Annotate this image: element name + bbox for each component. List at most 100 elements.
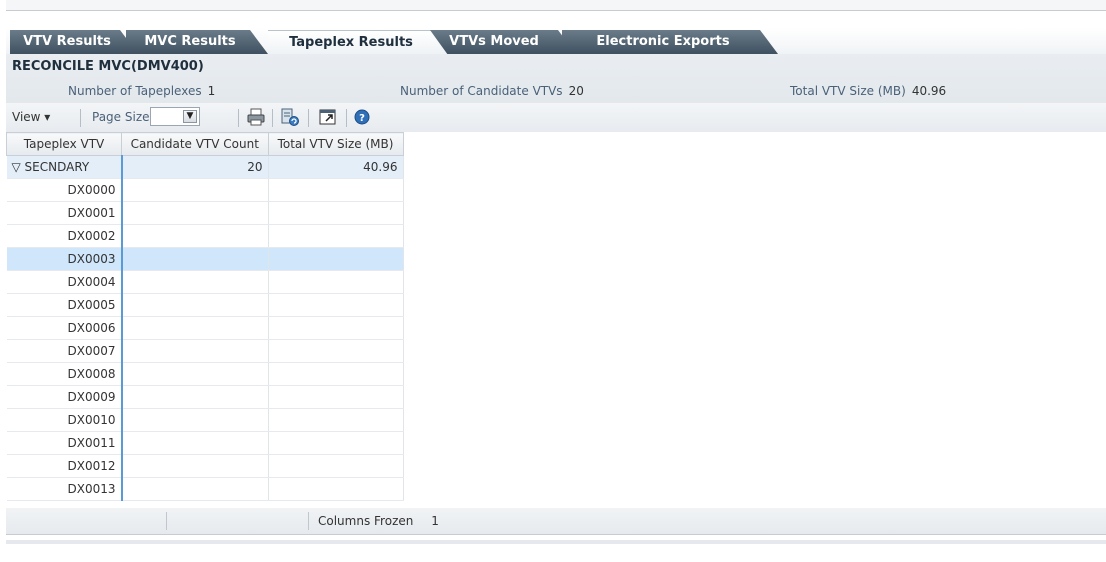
tapeplex-vtv-cell[interactable]: DX0008 bbox=[6, 362, 123, 386]
total-size-cell bbox=[268, 339, 404, 363]
results-table: Tapeplex VTV Candidate VTV Count Total V… bbox=[6, 132, 404, 501]
tapeplex-vtv-cell[interactable]: DX0001 bbox=[6, 201, 123, 225]
total-size-cell bbox=[268, 293, 404, 317]
group-label[interactable]: ▽ SECNDARY bbox=[6, 155, 123, 179]
group-count: 20 bbox=[121, 155, 269, 179]
table-row[interactable]: DX0011 bbox=[6, 431, 404, 455]
candidate-count-cell bbox=[121, 270, 269, 294]
tapeplex-results-table: Tapeplex VTV Candidate VTV Count Total V… bbox=[6, 132, 1106, 509]
refresh-icon[interactable] bbox=[280, 107, 300, 127]
tapeplex-vtv-cell[interactable]: DX0004 bbox=[6, 270, 123, 294]
column-header-candidate-vtv-count[interactable]: Candidate VTV Count bbox=[121, 132, 269, 156]
tab-bar: VTV Results MVC Results VTVs Moved Elect… bbox=[6, 28, 1106, 55]
columns-frozen-label: Columns Frozen bbox=[318, 514, 414, 528]
column-header-total-vtv-size[interactable]: Total VTV Size (MB) bbox=[267, 132, 404, 156]
candidate-count-cell bbox=[121, 247, 269, 271]
print-icon[interactable] bbox=[246, 107, 266, 127]
chevron-down-icon[interactable]: ▼ bbox=[183, 110, 197, 123]
candidate-count-cell bbox=[121, 339, 269, 363]
tapeplex-vtv-cell[interactable]: DX0012 bbox=[6, 454, 123, 478]
bottom-strip bbox=[6, 540, 1106, 544]
candidate-count-cell bbox=[121, 362, 269, 386]
tapeplex-vtv-cell[interactable]: DX0010 bbox=[6, 408, 123, 432]
column-header-tapeplex-vtv[interactable]: Tapeplex VTV bbox=[6, 132, 122, 156]
tab-vtv-results[interactable]: VTV Results bbox=[10, 30, 138, 54]
total-size-cell bbox=[268, 477, 404, 501]
total-size-cell bbox=[268, 316, 404, 340]
candidate-count-cell bbox=[121, 385, 269, 409]
top-strip bbox=[6, 0, 1106, 11]
candidate-count-cell bbox=[121, 224, 269, 248]
group-size: 40.96 bbox=[268, 155, 404, 179]
tapeplex-vtv-cell[interactable]: DX0013 bbox=[6, 477, 123, 501]
table-row[interactable]: DX0005 bbox=[6, 293, 404, 317]
table-row[interactable]: DX0003 bbox=[6, 247, 404, 271]
total-size-cell bbox=[268, 385, 404, 409]
group-row-secndary[interactable]: ▽ SECNDARY 20 40.96 bbox=[6, 155, 404, 179]
table-row[interactable]: DX0001 bbox=[6, 201, 404, 225]
table-row[interactable]: DX0000 bbox=[6, 178, 404, 202]
num-candidate-vtvs: Number of Candidate VTVs 20 bbox=[400, 84, 584, 98]
table-row[interactable]: DX0013 bbox=[6, 477, 404, 501]
tab-electronic-exports[interactable]: Electronic Exports bbox=[562, 30, 778, 54]
status-bar: Columns Frozen 1 bbox=[6, 508, 1106, 535]
table-row[interactable]: DX0008 bbox=[6, 362, 404, 386]
tapeplex-vtv-cell[interactable]: DX0007 bbox=[6, 339, 123, 363]
candidate-count-cell bbox=[121, 431, 269, 455]
total-size-cell bbox=[268, 201, 404, 225]
table-row[interactable]: DX0009 bbox=[6, 385, 404, 409]
total-size-value: 40.96 bbox=[911, 84, 947, 98]
view-menu-button[interactable]: View ▾ bbox=[12, 110, 50, 124]
candidate-count-cell bbox=[121, 293, 269, 317]
tab-tapeplex-results[interactable]: Tapeplex Results bbox=[268, 30, 448, 55]
table-row[interactable]: DX0012 bbox=[6, 454, 404, 478]
tab-mvc-results[interactable]: MVC Results bbox=[126, 30, 268, 54]
page-title: RECONCILE MVC(DMV400) bbox=[12, 59, 204, 74]
total-size-cell bbox=[268, 178, 404, 202]
total-size-cell bbox=[268, 224, 404, 248]
total-size-cell bbox=[268, 431, 404, 455]
candidate-count-cell bbox=[121, 201, 269, 225]
page-size-label: Page Size bbox=[92, 110, 150, 124]
status-divider bbox=[308, 512, 309, 530]
page-size-select[interactable]: ▼ bbox=[150, 107, 200, 126]
total-size-cell bbox=[268, 270, 404, 294]
table-row[interactable]: DX0010 bbox=[6, 408, 404, 432]
total-size-cell bbox=[268, 408, 404, 432]
candidate-count-cell bbox=[121, 316, 269, 340]
toolbar-divider bbox=[308, 109, 309, 127]
table-row[interactable]: DX0006 bbox=[6, 316, 404, 340]
total-size-cell bbox=[268, 454, 404, 478]
table-row[interactable]: DX0007 bbox=[6, 339, 404, 363]
total-size-label: Total VTV Size (MB) bbox=[790, 84, 906, 98]
num-tapeplexes-value: 1 bbox=[207, 84, 216, 98]
candidate-count-cell bbox=[121, 477, 269, 501]
table-row[interactable]: DX0004 bbox=[6, 270, 404, 294]
columns-frozen-value: 1 bbox=[431, 514, 439, 528]
results-panel: RECONCILE MVC(DMV400) Number of Tapeplex… bbox=[6, 54, 1106, 132]
tapeplex-vtv-cell[interactable]: DX0011 bbox=[6, 431, 123, 455]
toolbar-divider bbox=[272, 109, 273, 127]
detach-icon[interactable] bbox=[318, 107, 338, 127]
help-icon[interactable]: ? bbox=[352, 107, 372, 127]
table-row[interactable]: DX0002 bbox=[6, 224, 404, 248]
candidate-count-cell bbox=[121, 454, 269, 478]
total-size-cell bbox=[268, 362, 404, 386]
toolbar-divider bbox=[238, 109, 239, 127]
tapeplex-vtv-cell[interactable]: DX0002 bbox=[6, 224, 123, 248]
tapeplex-vtv-cell[interactable]: DX0009 bbox=[6, 385, 123, 409]
tab-vtvs-moved[interactable]: VTVs Moved bbox=[426, 30, 576, 54]
num-candidates-value: 20 bbox=[568, 84, 584, 98]
tapeplex-vtv-cell[interactable]: DX0000 bbox=[6, 178, 123, 202]
candidate-count-cell bbox=[121, 408, 269, 432]
candidate-count-cell bbox=[121, 178, 269, 202]
toolbar-divider bbox=[80, 109, 81, 127]
tapeplex-vtv-cell[interactable]: DX0005 bbox=[6, 293, 123, 317]
total-vtv-size: Total VTV Size (MB) 40.96 bbox=[790, 84, 946, 98]
num-tapeplexes-label: Number of Tapeplexes bbox=[68, 84, 202, 98]
num-tapeplexes: Number of Tapeplexes 1 bbox=[68, 84, 215, 98]
tapeplex-vtv-cell[interactable]: DX0003 bbox=[6, 247, 123, 271]
table-toolbar: View ▾ Page Size ▼ ? bbox=[6, 103, 1106, 132]
toolbar-divider bbox=[346, 109, 347, 127]
tapeplex-vtv-cell[interactable]: DX0006 bbox=[6, 316, 123, 340]
